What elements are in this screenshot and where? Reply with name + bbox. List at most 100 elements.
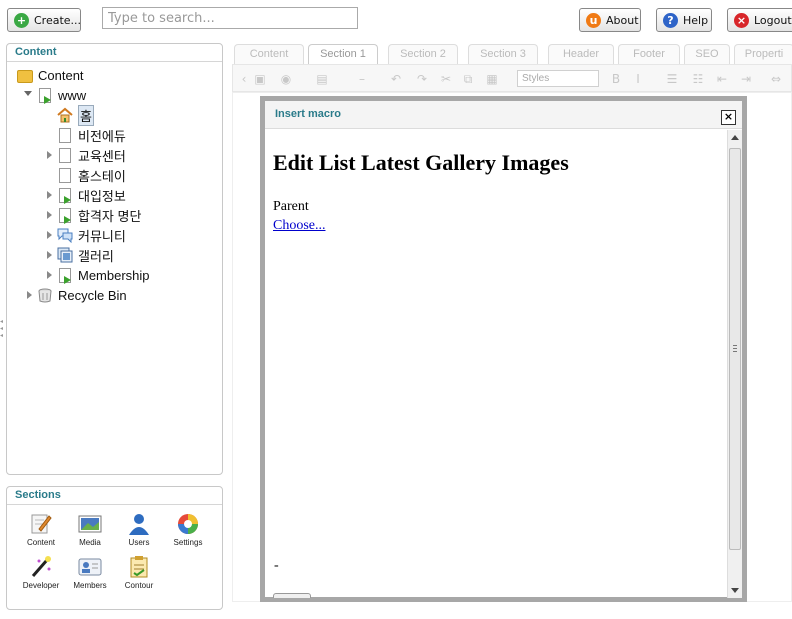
document-publish-icon — [57, 267, 73, 284]
italic-icon[interactable]: I — [631, 72, 645, 86]
section-content[interactable]: Content — [17, 513, 65, 547]
sections-panel: Sections Content Media Users Settings De… — [6, 486, 223, 610]
ok-button[interactable] — [273, 593, 311, 598]
parent-label: Parent — [273, 199, 309, 214]
content-icon — [29, 513, 53, 535]
tree-node-homestay[interactable]: 홈스테이 — [57, 166, 126, 185]
tree-node-home[interactable]: 홈 — [57, 105, 94, 126]
question-icon: ? — [663, 12, 678, 28]
recycle-bin-icon — [37, 287, 53, 304]
sections-panel-title: Sections — [7, 487, 222, 505]
umbraco-logo-icon: u — [586, 12, 601, 28]
expand-arrow-icon[interactable] — [27, 291, 32, 299]
tree-node-admission-info[interactable]: 대입정보 — [57, 186, 126, 205]
developer-icon — [29, 556, 53, 578]
dialog-header: Insert macro × — [265, 101, 742, 129]
bullet-list-icon[interactable]: ☰ — [665, 72, 679, 86]
section-developer[interactable]: Developer — [17, 556, 65, 590]
section-media[interactable]: Media — [66, 513, 114, 547]
copy-icon[interactable]: ⧉ — [461, 72, 475, 86]
create-button[interactable]: + Create... — [7, 8, 81, 32]
tab-section-1[interactable]: Section 1 — [308, 44, 378, 64]
tree-node-acceptance-list[interactable]: 합격자 명단 — [57, 206, 141, 225]
tree-node-vision-edu[interactable]: 비전에듀 — [57, 126, 126, 145]
dialog-title: Insert macro — [275, 108, 342, 120]
panel-resize-handle[interactable]: ◂ ◂ ◂ — [0, 318, 5, 348]
tree-node-content[interactable]: Content — [17, 66, 84, 85]
dialog-scrollbar[interactable] — [727, 130, 742, 598]
tree-node-education-center[interactable]: 교육센터 — [57, 146, 126, 165]
folder-icon — [17, 67, 33, 84]
gallery-icon — [57, 247, 73, 264]
separator-icon[interactable]: – — [355, 72, 369, 86]
editor-toolbar: ‹ ▣ ◉ ▤ – ↶ ↷ ✂ ⧉ ▦ Styles B I ☰ ☷ ⇤ ⇥ ⇔ — [232, 64, 792, 92]
close-icon[interactable]: × — [721, 110, 736, 125]
tab-content[interactable]: Content — [234, 44, 304, 64]
tab-header[interactable]: Header — [548, 44, 614, 64]
bold-icon[interactable]: B — [609, 72, 623, 86]
expand-arrow-icon[interactable] — [47, 211, 52, 219]
tree-node-community[interactable]: 커뮤니티 — [57, 226, 126, 245]
cut-icon[interactable]: ✂ — [439, 72, 453, 86]
tree-node-www[interactable]: www — [37, 86, 86, 105]
document-icon — [57, 167, 73, 184]
close-icon: × — [734, 12, 749, 28]
about-button[interactable]: u About — [579, 8, 641, 32]
expand-arrow-icon[interactable] — [47, 191, 52, 199]
tree-node-membership[interactable]: Membership — [57, 266, 150, 285]
members-icon — [78, 556, 102, 578]
dialog-body: Edit List Latest Gallery Images Parent C… — [265, 130, 732, 598]
outdent-icon[interactable]: ⇤ — [715, 72, 729, 86]
scroll-up-icon[interactable] — [731, 135, 739, 140]
document-publish-icon — [57, 187, 73, 204]
indent-icon[interactable]: ⇥ — [739, 72, 753, 86]
top-bar: + Create... u About ? Help × Logout: A — [0, 0, 792, 40]
insert-macro-dialog: Insert macro × Edit List Latest Gallery … — [260, 96, 747, 602]
redo-icon[interactable]: ↷ — [415, 72, 429, 86]
expand-arrow-icon[interactable] — [47, 151, 52, 159]
editor-tabs: Content Section 1 Section 2 Section 3 He… — [232, 44, 792, 64]
section-members[interactable]: Members — [66, 556, 114, 590]
logout-button[interactable]: × Logout: A — [727, 8, 792, 32]
expand-arrow-icon[interactable] — [24, 91, 32, 96]
document-publish-icon — [37, 87, 53, 104]
separator-text: - — [274, 558, 279, 573]
choose-link[interactable]: Choose... — [273, 218, 326, 234]
numbered-list-icon[interactable]: ☷ — [691, 72, 705, 86]
tab-footer[interactable]: Footer — [618, 44, 680, 64]
tab-section-2[interactable]: Section 2 — [388, 44, 458, 64]
users-icon — [127, 513, 151, 535]
expand-arrow-icon[interactable] — [47, 271, 52, 279]
media-icon — [78, 513, 102, 535]
tree-node-recycle-bin[interactable]: Recycle Bin — [37, 286, 127, 305]
document-publish-icon — [57, 207, 73, 224]
chevron-left-icon[interactable]: ‹ — [237, 72, 251, 86]
expand-arrow-icon[interactable] — [47, 231, 52, 239]
preview-icon[interactable]: ▤ — [315, 72, 329, 86]
section-users[interactable]: Users — [115, 513, 163, 547]
tab-section-3[interactable]: Section 3 — [468, 44, 538, 64]
content-panel-title: Content — [7, 44, 222, 62]
tab-seo[interactable]: SEO — [684, 44, 730, 64]
undo-icon[interactable]: ↶ — [389, 72, 403, 86]
paste-icon[interactable]: ▦ — [485, 72, 499, 86]
styles-select[interactable]: Styles — [517, 70, 599, 87]
contour-icon — [127, 556, 151, 578]
section-contour[interactable]: Contour — [115, 556, 163, 590]
link-icon[interactable]: ⇔ — [769, 72, 783, 86]
section-settings[interactable]: Settings — [164, 513, 212, 547]
tree-node-gallery[interactable]: 갤러리 — [57, 246, 114, 265]
macro-heading: Edit List Latest Gallery Images — [273, 150, 569, 175]
help-button[interactable]: ? Help — [656, 8, 712, 32]
document-icon — [57, 147, 73, 164]
expand-arrow-icon[interactable] — [47, 251, 52, 259]
scroll-down-icon[interactable] — [731, 588, 739, 593]
scroll-thumb[interactable] — [729, 148, 741, 550]
chat-icon — [57, 227, 73, 244]
save-icon[interactable]: ▣ — [253, 72, 267, 86]
settings-icon — [176, 513, 200, 535]
save-publish-icon[interactable]: ◉ — [279, 72, 293, 86]
search-input[interactable] — [102, 7, 358, 29]
tab-properties[interactable]: Properti — [734, 44, 792, 64]
plus-icon: + — [14, 12, 29, 28]
